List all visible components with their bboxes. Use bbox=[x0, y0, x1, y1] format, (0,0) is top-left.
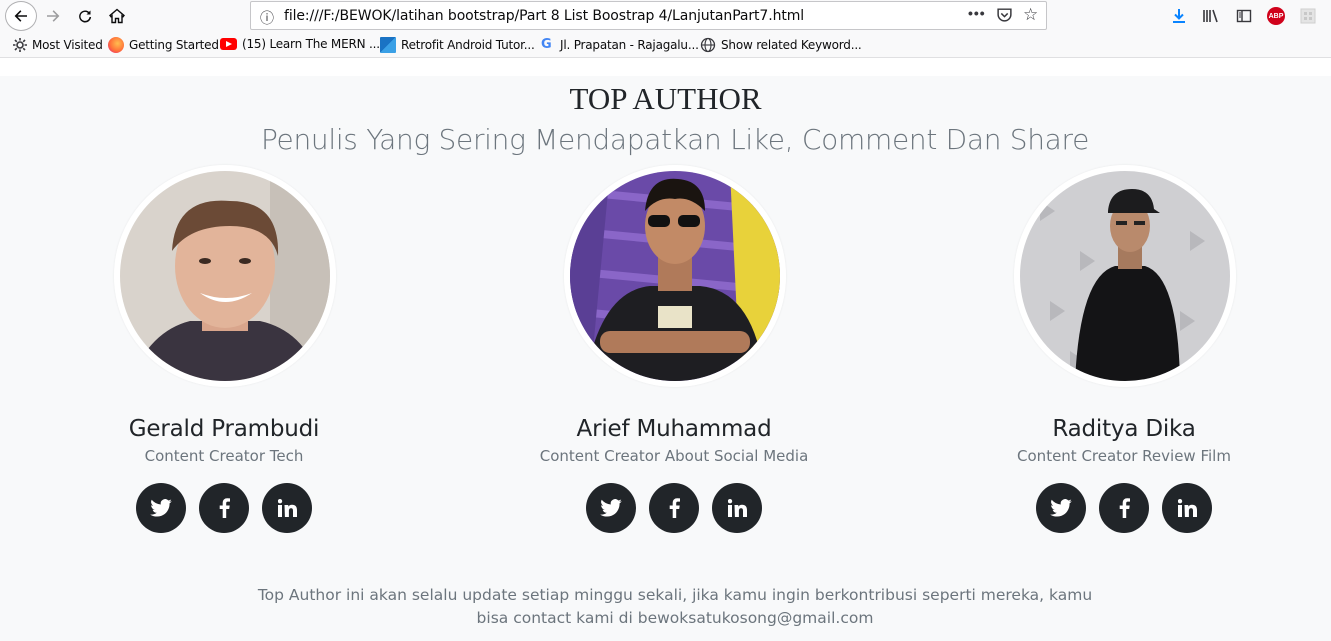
author-name: Gerald Prambudi bbox=[128, 416, 320, 442]
pocket-icon[interactable] bbox=[996, 6, 1013, 26]
youtube-icon bbox=[220, 38, 237, 50]
bookmark-retrofit[interactable]: Retrofit Android Tutor... bbox=[380, 37, 535, 53]
sidebar-button[interactable] bbox=[1233, 5, 1255, 27]
facebook-button[interactable] bbox=[1099, 483, 1149, 533]
arrow-right-icon bbox=[47, 10, 60, 22]
facebook-button[interactable] bbox=[649, 483, 699, 533]
adblock-button[interactable]: ABP bbox=[1265, 5, 1287, 27]
bookmark-getting-started[interactable]: Getting Started bbox=[108, 37, 219, 53]
download-icon bbox=[1173, 9, 1185, 23]
library-button[interactable] bbox=[1200, 5, 1222, 27]
forward-button[interactable] bbox=[40, 3, 66, 29]
page-actions-icon[interactable]: ••• bbox=[968, 5, 986, 21]
gear-icon bbox=[13, 38, 27, 52]
back-button[interactable] bbox=[5, 1, 37, 31]
google-icon: G bbox=[541, 37, 552, 52]
facebook-icon bbox=[219, 498, 230, 518]
page-subtitle: Penulis Yang Sering Mendapatkan Like, Co… bbox=[260, 123, 1090, 156]
retrofit-icon bbox=[380, 37, 396, 53]
author-photo bbox=[564, 165, 786, 387]
info-icon: ⓘ bbox=[260, 10, 274, 26]
linkedin-button[interactable] bbox=[1162, 483, 1212, 533]
bookmark-mern[interactable]: (15) Learn The MERN ... bbox=[220, 37, 380, 51]
bookmarks-bar: Most Visited Getting Started (15) Learn … bbox=[0, 31, 1331, 58]
social-links bbox=[514, 483, 834, 533]
arrow-left-icon bbox=[14, 10, 27, 22]
downloads-button[interactable] bbox=[1168, 5, 1190, 27]
author-photo bbox=[114, 165, 336, 387]
bookmark-most-visited[interactable]: Most Visited bbox=[12, 37, 103, 53]
home-icon bbox=[109, 8, 125, 24]
library-icon bbox=[1203, 9, 1218, 23]
firefox-icon bbox=[108, 37, 124, 53]
footer-text: Top Author ini akan selalu update setiap… bbox=[257, 586, 1093, 627]
author-photo bbox=[1014, 165, 1236, 387]
url-text[interactable]: file:///F:/BEWOK/latihan bootstrap/Part … bbox=[284, 8, 804, 24]
twitter-icon bbox=[150, 499, 172, 517]
twitter-icon bbox=[1050, 499, 1072, 517]
bookmark-star-icon[interactable]: ☆ bbox=[1023, 5, 1038, 25]
author-name: Raditya Dika bbox=[1052, 416, 1196, 442]
reload-button[interactable] bbox=[72, 3, 98, 29]
reload-icon bbox=[79, 10, 92, 23]
home-button[interactable] bbox=[104, 3, 130, 29]
page-top-strip bbox=[0, 58, 1331, 76]
twitter-icon bbox=[600, 499, 622, 517]
twitter-button[interactable] bbox=[586, 483, 636, 533]
page-title: TOP AUTHOR bbox=[569, 81, 762, 116]
author-role: Content Creator Review Film bbox=[1017, 447, 1231, 465]
globe-icon bbox=[700, 37, 716, 53]
author-name: Arief Muhammad bbox=[576, 416, 772, 442]
url-bar[interactable]: ⓘ file:///F:/BEWOK/latihan bootstrap/Par… bbox=[250, 1, 1047, 30]
browser-toolbar: ⓘ file:///F:/BEWOK/latihan bootstrap/Par… bbox=[0, 0, 1331, 31]
bookmark-prapatan[interactable]: G Jl. Prapatan - Rajagalu... bbox=[541, 37, 699, 53]
linkedin-button[interactable] bbox=[712, 483, 762, 533]
author-role: Content Creator About Social Media bbox=[539, 447, 809, 465]
facebook-icon bbox=[1119, 498, 1130, 518]
sidebar-icon bbox=[1236, 9, 1252, 23]
page-content: TOP AUTHOR Penulis Yang Sering Mendapatk… bbox=[0, 76, 1331, 641]
linkedin-icon bbox=[277, 499, 297, 517]
social-links bbox=[64, 483, 384, 533]
extension-button[interactable] bbox=[1297, 5, 1319, 27]
facebook-button[interactable] bbox=[199, 483, 249, 533]
bookmark-keyword[interactable]: Show related Keyword... bbox=[700, 37, 862, 53]
linkedin-button[interactable] bbox=[262, 483, 312, 533]
adblock-icon: ABP bbox=[1267, 7, 1285, 25]
social-links bbox=[964, 483, 1284, 533]
twitter-button[interactable] bbox=[1036, 483, 1086, 533]
author-role: Content Creator Tech bbox=[144, 447, 304, 465]
extension-icon bbox=[1300, 8, 1316, 24]
facebook-icon bbox=[669, 498, 680, 518]
linkedin-icon bbox=[727, 499, 747, 517]
linkedin-icon bbox=[1177, 499, 1197, 517]
twitter-button[interactable] bbox=[136, 483, 186, 533]
